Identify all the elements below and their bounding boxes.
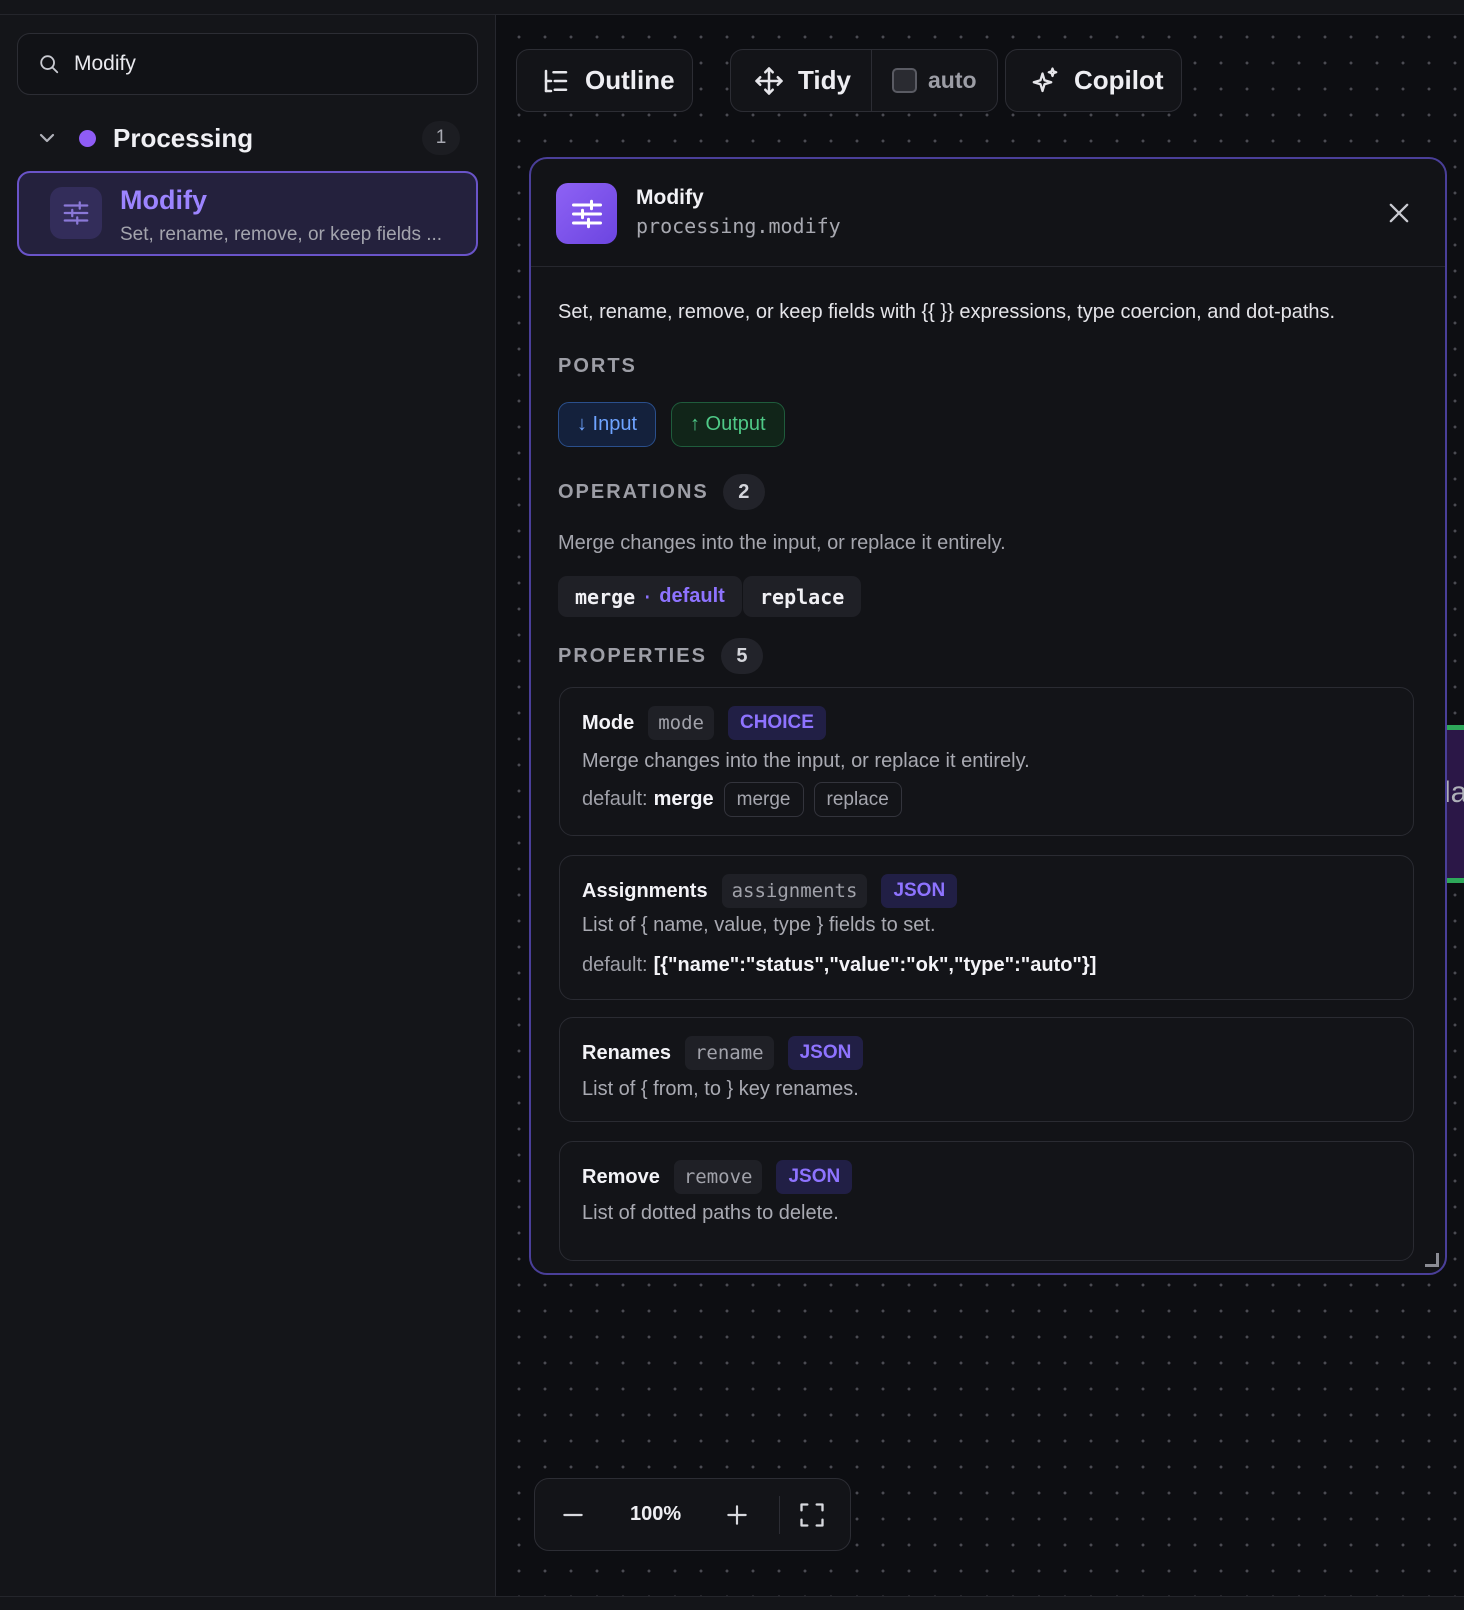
outline-label: Outline	[585, 65, 675, 95]
property-card-rename: Renames rename JSON List of { from, to }…	[559, 1017, 1414, 1122]
property-name: Mode	[582, 711, 635, 734]
property-key: mode	[648, 706, 714, 740]
property-name: Renames	[582, 1041, 671, 1064]
chevron-down-icon[interactable]	[35, 126, 59, 150]
top-bar	[0, 0, 1464, 15]
search-icon	[40, 55, 59, 74]
resize-handle[interactable]	[1425, 1253, 1439, 1267]
panel-header: Modify processing.modify	[531, 159, 1445, 267]
property-default: default: merge merge replace	[582, 782, 902, 817]
input-port-label: ↓ Input	[577, 413, 638, 435]
operation-name: replace	[760, 584, 845, 609]
property-description: List of dotted paths to delete.	[582, 1202, 839, 1224]
bottom-bar	[0, 1596, 1464, 1610]
property-name: Assignments	[582, 879, 708, 902]
sparkles-icon	[1032, 66, 1058, 92]
move-arrows-icon	[755, 66, 783, 95]
category-name: Processing	[113, 122, 254, 153]
operation-separator: ·	[641, 584, 654, 609]
property-key: remove	[673, 1160, 763, 1194]
copilot-label: Copilot	[1074, 65, 1164, 95]
property-card-remove: Remove remove JSON List of dotted paths …	[559, 1141, 1414, 1261]
panel-description: Set, rename, remove, or keep fields with…	[558, 301, 1336, 323]
property-key: assignments	[721, 874, 868, 908]
property-type-badge: JSON	[787, 1036, 864, 1070]
operation-default-tag: default	[659, 585, 725, 607]
operation-chip-merge[interactable]: merge · default	[558, 576, 742, 617]
minus-icon	[563, 1513, 583, 1517]
property-header: Mode mode CHOICE	[582, 706, 826, 740]
tidy-label: Tidy	[798, 65, 851, 95]
zoom-level: 100%	[630, 1503, 682, 1525]
tidy-button-group: Tidy auto	[730, 49, 998, 112]
fullscreen-icon	[800, 1503, 824, 1527]
property-header: Renames rename JSON	[582, 1036, 864, 1070]
sliders-icon	[556, 183, 617, 244]
properties-heading-label: PROPERTIES	[558, 644, 707, 667]
choice-option: merge	[723, 782, 804, 817]
panel-title: Modify	[636, 186, 704, 209]
property-type-badge: JSON	[881, 874, 958, 908]
property-type-badge: JSON	[776, 1160, 853, 1194]
default-value: merge	[653, 788, 714, 810]
node-item-modify[interactable]: Modify Set, rename, remove, or keep fiel…	[17, 171, 478, 256]
zoom-controls: 100%	[534, 1478, 851, 1551]
node-item-title: Modify	[120, 185, 207, 215]
property-header: Remove remove JSON	[582, 1160, 853, 1194]
search-input[interactable]: Modify	[17, 33, 478, 95]
property-header: Assignments assignments JSON	[582, 874, 958, 908]
copilot-button[interactable]: Copilot	[1005, 49, 1182, 112]
property-default: default: [{"name":"status","value":"ok",…	[582, 954, 1096, 977]
properties-count-badge: 5	[720, 638, 763, 674]
output-port-badge: ↑ Output	[671, 402, 785, 447]
operations-count-badge: 2	[722, 474, 765, 510]
property-key: rename	[684, 1036, 774, 1070]
operations-heading-label: OPERATIONS	[558, 480, 709, 503]
category-processing[interactable]: Processing 1	[17, 113, 478, 163]
node-library-sidebar: Modify Processing 1 Modify Set, rename, …	[0, 15, 496, 1596]
default-label: default:	[582, 954, 648, 976]
property-description: List of { from, to } key renames.	[582, 1078, 859, 1100]
zoom-divider	[779, 1496, 780, 1534]
node-detail-panel: Modify processing.modify Set, rename, re…	[529, 157, 1447, 1275]
ports-heading: PORTS	[558, 355, 637, 378]
default-label: default:	[582, 788, 648, 810]
search-input-value[interactable]: Modify	[74, 52, 136, 76]
zoom-in-button[interactable]	[719, 1497, 755, 1533]
close-icon[interactable]	[1385, 199, 1413, 227]
node-item-subtitle: Set, rename, remove, or keep fields ...	[120, 224, 443, 245]
auto-label: auto	[928, 67, 977, 93]
auto-checkbox[interactable]	[892, 68, 917, 93]
category-color-dot	[79, 129, 96, 147]
operations-heading: OPERATIONS 2	[558, 474, 765, 510]
property-card-assignments: Assignments assignments JSON List of { n…	[559, 855, 1414, 1000]
auto-tidy-toggle[interactable]: auto	[872, 50, 977, 111]
zoom-out-button[interactable]	[555, 1497, 591, 1533]
panel-node-key: processing.modify	[636, 214, 841, 238]
tidy-button[interactable]: Tidy	[731, 50, 871, 111]
operation-chip-replace[interactable]: replace	[743, 576, 862, 617]
fit-view-button[interactable]	[794, 1497, 830, 1533]
property-type-badge: CHOICE	[727, 706, 826, 740]
ports-heading-label: PORTS	[558, 355, 637, 377]
property-card-mode: Mode mode CHOICE Merge changes into the …	[559, 687, 1414, 836]
operation-name: merge	[575, 584, 636, 609]
properties-heading: PROPERTIES 5	[558, 638, 763, 674]
outline-button[interactable]: Outline	[516, 49, 693, 112]
property-description: List of { name, value, type } fields to …	[582, 914, 936, 936]
input-port-badge: ↓ Input	[558, 402, 657, 447]
property-name: Remove	[582, 1165, 660, 1188]
canvas-node-partial-label: la	[1444, 776, 1464, 809]
outline-icon	[544, 69, 568, 92]
category-count-badge: 1	[422, 121, 460, 155]
operations-description: Merge changes into the input, or replace…	[558, 532, 1006, 554]
choice-option: replace	[813, 782, 902, 817]
plus-icon	[727, 1505, 747, 1525]
default-value: [{"name":"status","value":"ok","type":"a…	[653, 954, 1097, 976]
sliders-icon	[50, 187, 102, 239]
property-description: Merge changes into the input, or replace…	[582, 750, 1030, 772]
output-port-label: ↑ Output	[690, 413, 766, 435]
